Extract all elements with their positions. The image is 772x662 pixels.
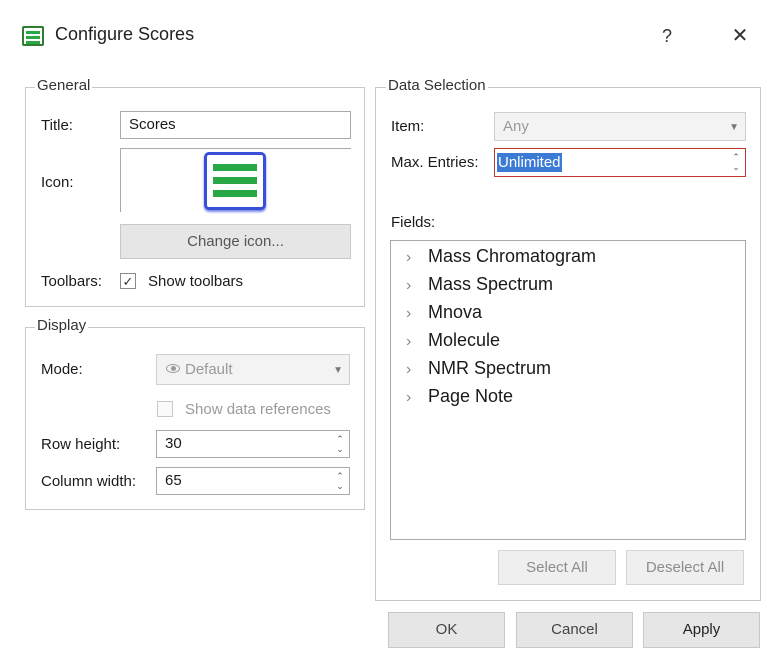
column-width-label: Column width: [41,473,137,490]
select-all-button[interactable]: Select All [498,550,616,585]
show-toolbars-label: Show toolbars [148,273,244,290]
show-data-references-label: Show data references [185,401,331,418]
spin-arrows-icon[interactable]: ⌃ ⌄ [335,434,345,454]
chevron-down-icon: ▼ [333,365,343,376]
show-toolbars-checkbox[interactable]: ✓ [120,273,136,289]
max-entries-label: Max. Entries: [391,154,479,171]
max-entries-value: Unlimited [497,153,562,172]
item-value: Any [503,118,529,135]
chevron-down-icon: ▼ [729,122,739,133]
close-button[interactable]: ✕ [725,21,755,51]
tree-item[interactable]: › Page Note [406,382,736,410]
mode-label: Mode: [41,361,83,378]
spin-arrows-icon[interactable]: ⌃ ⌄ [731,152,741,172]
chevron-right-icon: › [406,361,412,378]
help-button[interactable]: ? [652,21,682,51]
data-selection-legend: Data Selection [386,77,488,94]
mode-value: Default [185,361,233,378]
icon-label: Icon: [41,174,74,191]
show-data-references-checkbox[interactable] [157,401,173,417]
deselect-all-button[interactable]: Deselect All [626,550,744,585]
chevron-right-icon: › [406,333,412,350]
tree-item[interactable]: › Molecule [406,326,736,354]
cancel-button[interactable]: Cancel [516,612,633,648]
tree-item[interactable]: › NMR Spectrum [406,354,736,382]
general-legend: General [35,77,93,94]
apply-button[interactable]: Apply [643,612,760,648]
chevron-right-icon: › [406,305,412,322]
row-height-spinbox[interactable]: 30 ⌃ ⌄ [156,430,350,458]
title-label: Title: [41,117,73,134]
display-legend: Display [35,317,89,334]
dialog-title: Configure Scores [55,24,195,44]
mode-select[interactable]: Default ▼ [156,354,350,385]
change-icon-button[interactable]: Change icon... [120,224,351,259]
item-label: Item: [391,118,425,135]
chevron-right-icon: › [406,277,412,294]
eye-icon [166,364,180,373]
app-list-icon [22,26,44,46]
tree-item[interactable]: › Mass Spectrum [406,270,736,298]
title-input[interactable]: Scores [120,111,351,139]
ok-button[interactable]: OK [388,612,505,648]
row-height-value: 30 [165,435,182,452]
tree-item[interactable]: › Mass Chromatogram [406,242,736,270]
item-select[interactable]: Any ▼ [494,112,746,141]
column-width-spinbox[interactable]: 65 ⌃ ⌄ [156,467,350,495]
icon-preview [120,148,351,212]
column-width-value: 65 [165,472,182,489]
chevron-right-icon: › [406,389,412,406]
fields-label: Fields: [391,214,436,231]
chevron-right-icon: › [406,249,412,266]
list-icon [204,152,266,210]
max-entries-spinbox[interactable]: Unlimited ⌃ ⌄ [494,148,746,177]
tree-item[interactable]: › Mnova [406,298,736,326]
spin-arrows-icon[interactable]: ⌃ ⌄ [335,471,345,491]
toolbars-label: Toolbars: [41,273,102,290]
row-height-label: Row height: [41,436,121,453]
